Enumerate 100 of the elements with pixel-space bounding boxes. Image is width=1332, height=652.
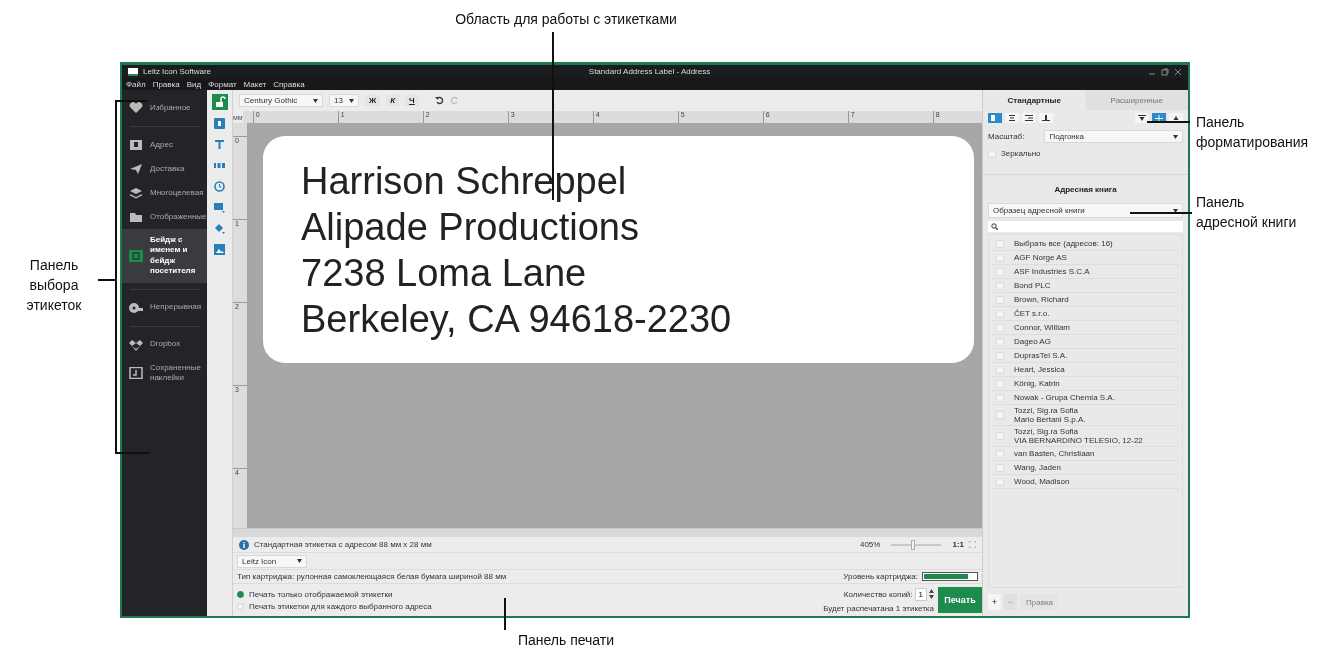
fit-icon[interactable] (969, 541, 976, 548)
copies-label: Количество копий: (843, 589, 913, 599)
address-entry[interactable]: Tozzi, Sig.ra Sofia Mario Bertani S.p.A. (992, 405, 1179, 426)
restore-icon[interactable] (1161, 67, 1169, 76)
align-button[interactable] (1022, 113, 1036, 123)
sidebar-item[interactable]: Многоцелевая (122, 181, 207, 205)
radio-indicator[interactable] (237, 590, 244, 598)
tool-icon[interactable] (214, 202, 225, 213)
horizontal-scrollbar[interactable] (233, 528, 982, 537)
font-dropdown[interactable]: Century Gothic (239, 94, 323, 107)
printer-dropdown[interactable]: Leitz Icon (237, 554, 307, 568)
info-icon (239, 539, 249, 550)
sidebar-item[interactable]: Бейдж с именем и бейдж посетителя (122, 229, 207, 283)
sidebar-item[interactable]: Избранное (122, 96, 207, 120)
sidebar-item[interactable]: Непрерывная (122, 295, 207, 320)
annotation-text: Панель адресной книги (1196, 193, 1298, 233)
align-button[interactable] (1039, 113, 1053, 123)
undo-icon[interactable] (434, 96, 444, 105)
sidebar-item[interactable]: Доставка (122, 157, 207, 181)
tool-icon[interactable] (214, 181, 225, 192)
address-entry[interactable]: Tozzi, Sig.ra Sofia VIA BERNARDINO TELESIO, 12-22 (992, 426, 1179, 447)
align-icon (1025, 115, 1033, 121)
category-icon (129, 366, 143, 379)
search-field[interactable] (988, 221, 1183, 232)
category-icon (129, 102, 143, 114)
slider-thumb[interactable] (910, 539, 915, 550)
sidebar-item[interactable]: Отображенные (122, 205, 207, 229)
print-option-radio[interactable]: Печать этикетки для каждого выбранного адреса (237, 601, 432, 611)
align-button[interactable] (1152, 113, 1166, 123)
address-entry[interactable]: Dageo AG (992, 335, 1179, 349)
address-entry[interactable]: van Basten, Christiaan (992, 447, 1179, 461)
print-option-radio[interactable]: Печать только отображаемой этикетки (237, 589, 432, 599)
tool-icon[interactable] (214, 139, 225, 150)
menu-item[interactable]: Вид (186, 79, 202, 89)
scale-dropdown[interactable]: Подгонка (1044, 130, 1183, 143)
tool-icon[interactable] (214, 244, 225, 255)
add-button[interactable]: + (988, 594, 1001, 610)
cartridge-level-label: Уровень картриджа: (843, 572, 918, 581)
menu-item[interactable]: Справка (273, 79, 305, 89)
scale-label: Масштаб: (988, 132, 1025, 141)
underline-button[interactable]: Ч (405, 95, 419, 106)
actual-size-button[interactable]: 1:1 (952, 540, 964, 549)
tool-icon[interactable] (214, 160, 225, 171)
leader-line (97, 279, 117, 281)
select-all-checkbox[interactable]: Выбрать все (адресов: 16) (992, 237, 1179, 251)
menu-item[interactable]: Макет (243, 79, 267, 89)
leader-line (1129, 212, 1193, 214)
zoom-percent: 405% (859, 540, 881, 549)
address-entry[interactable]: AGF Norge AS (992, 251, 1179, 265)
sidebar-item[interactable]: Dropbox (122, 332, 207, 357)
address-entry[interactable]: Heart, Jessica (992, 363, 1179, 377)
align-button[interactable] (1005, 113, 1019, 123)
address-entry[interactable]: Wood, Madison (992, 475, 1179, 489)
address-entry[interactable]: Connor, William (992, 321, 1179, 335)
category-icon (129, 301, 143, 314)
sidebar-item[interactable]: Сохраненные наклейки (122, 356, 207, 390)
annotation-text: Панель выбора этикеток (25, 255, 83, 316)
caret-icon (348, 98, 354, 103)
menu-item[interactable]: Файл (126, 79, 146, 89)
annotation-text: Панель печати (517, 631, 615, 650)
address-entry[interactable]: Brown, Richard (992, 293, 1179, 307)
address-entry[interactable]: Nowak - Grupa Chemia S.A. (992, 391, 1179, 405)
annotation-text: Панель форматирования (1196, 113, 1310, 153)
address-entry[interactable]: Bond PLC (992, 279, 1179, 293)
address-entry[interactable]: ASF Industries S.C.A (992, 265, 1179, 279)
mirror-checkbox[interactable]: Зеркально (983, 147, 1046, 160)
panel-tab[interactable]: Расширенные (1085, 90, 1188, 110)
spinner-arrows-icon[interactable] (929, 589, 934, 599)
address-book-title: Адресная книга (1054, 185, 1117, 194)
label-text-line[interactable]: Berkeley, CA 94618-2230 (301, 296, 732, 342)
address-entry[interactable]: König, Katrin (992, 377, 1179, 391)
menu-item[interactable]: Формат (208, 79, 237, 89)
search-icon (991, 223, 998, 230)
tool-icon[interactable] (214, 223, 225, 234)
label-text-line[interactable]: Alipade Productions (301, 204, 639, 250)
align-button[interactable] (1169, 113, 1183, 123)
address-entry[interactable]: DuprasTel S.A. (992, 349, 1179, 363)
font-size-dropdown[interactable]: 13 (329, 94, 359, 107)
address-entry[interactable]: ČET s.r.o. (992, 307, 1179, 321)
annotation-text: Область для работы с этикетками (455, 10, 677, 29)
align-icon (1172, 114, 1180, 122)
label-text-line[interactable]: 7238 Loma Lane (301, 250, 587, 296)
tool-icon[interactable] (214, 118, 225, 129)
align-button[interactable] (1135, 113, 1149, 123)
align-icon (1042, 115, 1050, 121)
cartridge-type-text: Тип картриджа: рулонная самоклеющаяся белая бумага шириной 88 мм (237, 572, 507, 581)
bold-button[interactable]: Ж (364, 95, 381, 106)
print-button[interactable]: Печать (938, 587, 982, 613)
lock-icon[interactable] (211, 94, 228, 110)
app-logo-icon (128, 67, 138, 76)
window-title: Standard Address Label - Address (587, 67, 712, 76)
close-icon[interactable] (1174, 67, 1182, 76)
print-count-text: Будет распечатана 1 этикетка (823, 603, 934, 613)
sidebar-item[interactable]: Адрес (122, 133, 207, 157)
category-icon (129, 163, 143, 175)
copies-field[interactable]: 1 (914, 587, 927, 601)
address-book-dropdown[interactable]: Образец адресной книги (988, 203, 1183, 218)
address-entry[interactable]: Wang, Jaden (992, 461, 1179, 475)
menu-item[interactable]: Правка (152, 79, 180, 89)
italic-button[interactable]: К (386, 95, 400, 106)
